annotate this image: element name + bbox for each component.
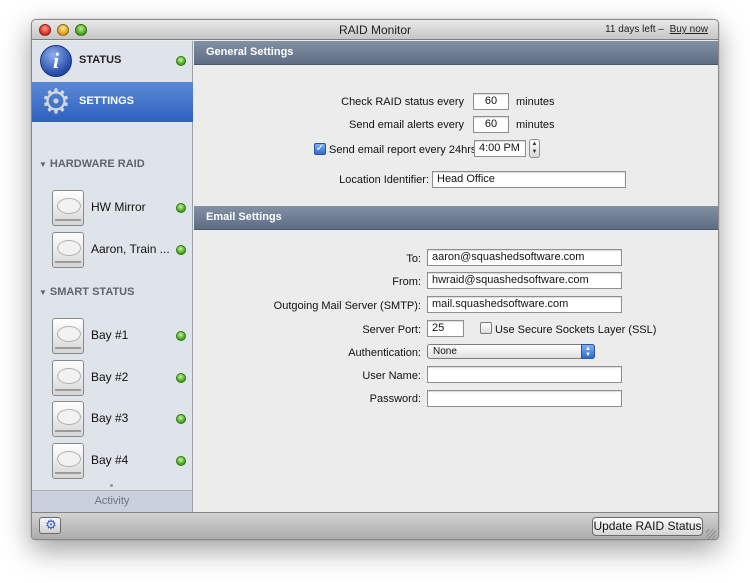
report-time-field[interactable]: 4:00 PM: [474, 140, 526, 157]
trial-days-left: 11 days left –: [605, 24, 664, 35]
bottom-toolbar: ⚙ Update RAID Status: [32, 512, 718, 539]
hard-disk-icon: [52, 443, 84, 479]
hardware-raid-title: HARDWARE RAID: [49, 158, 145, 170]
action-menu-button[interactable]: ⚙: [39, 517, 61, 534]
activity-panel[interactable]: Activity: [32, 490, 192, 512]
authentication-label: Authentication:: [348, 347, 421, 359]
trial-notice: 11 days left – Buy now: [605, 24, 708, 35]
server-port-field[interactable]: 25: [427, 320, 464, 337]
smart-status-section-header[interactable]: ▼ SMART STATUS: [39, 286, 134, 298]
disclosure-triangle-icon: ▼: [39, 160, 47, 169]
disk-label: Bay #3: [91, 411, 129, 425]
general-settings-header: General Settings: [194, 41, 718, 65]
sidebar-item-settings-label: SETTINGS: [79, 95, 135, 107]
check-interval-unit: minutes: [516, 96, 555, 108]
sidebar-item-aaron-train[interactable]: Aaron, Train ...: [32, 229, 193, 271]
resize-grip[interactable]: [706, 529, 716, 539]
smtp-server-field[interactable]: mail.squashedsoftware.com: [427, 296, 622, 313]
disk-label: Bay #1: [91, 328, 129, 342]
hardware-raid-section-header[interactable]: ▼ HARDWARE RAID: [39, 158, 145, 170]
hard-disk-icon: [52, 190, 84, 226]
status-ok-indicator: [176, 203, 186, 213]
hard-disk-icon: [52, 232, 84, 268]
username-label: User Name:: [362, 370, 421, 382]
email-report-label: Send email report every 24hrs at: [329, 144, 489, 156]
splitter-handle[interactable]: [110, 484, 113, 487]
status-ok-indicator: [176, 56, 186, 66]
sidebar-item-bay-4[interactable]: Bay #4: [32, 440, 193, 482]
to-email-field[interactable]: aaron@squashedsoftware.com: [427, 249, 622, 266]
hard-disk-icon: [52, 401, 84, 437]
settings-panel: General Settings Check RAID status every…: [194, 41, 718, 512]
alert-interval-label: Send email alerts every: [349, 119, 464, 131]
password-label: Password:: [369, 393, 421, 405]
status-ok-indicator: [176, 414, 186, 424]
activity-label: Activity: [94, 495, 130, 507]
sidebar-item-settings[interactable]: ⚙ SETTINGS: [32, 82, 193, 122]
gear-icon: ⚙: [45, 517, 57, 532]
disk-label: HW Mirror: [91, 200, 146, 214]
status-ok-indicator: [176, 331, 186, 341]
location-identifier-field[interactable]: Head Office: [432, 171, 626, 188]
from-label: From:: [392, 276, 421, 288]
sidebar-item-status-label: STATUS: [79, 54, 122, 66]
smtp-server-label: Outgoing Mail Server (SMTP):: [273, 300, 421, 312]
update-raid-status-button[interactable]: Update RAID Status: [592, 517, 703, 536]
server-port-label: Server Port:: [362, 324, 421, 336]
from-email-field[interactable]: hwraid@squashedsoftware.com: [427, 272, 622, 289]
password-field[interactable]: [427, 390, 622, 407]
authentication-select[interactable]: None ▲ ▼: [427, 344, 595, 359]
sidebar-item-bay-2[interactable]: Bay #2: [32, 357, 193, 399]
disk-label: Bay #4: [91, 453, 129, 467]
check-interval-label: Check RAID status every: [341, 96, 464, 108]
sidebar-item-hw-mirror[interactable]: HW Mirror: [32, 187, 193, 229]
title-bar: RAID Monitor 11 days left – Buy now: [32, 20, 718, 40]
buy-now-link[interactable]: Buy now: [670, 24, 708, 35]
sidebar-item-bay-3[interactable]: Bay #3: [32, 398, 193, 440]
disclosure-triangle-icon: ▼: [39, 288, 47, 297]
hard-disk-icon: [52, 318, 84, 354]
email-report-checkbox[interactable]: ✓: [314, 143, 326, 155]
to-label: To:: [406, 253, 421, 265]
email-settings-header: Email Settings: [194, 206, 718, 230]
sidebar: i STATUS ⚙ SETTINGS ▼ HARDWARE RAID HW Mi…: [32, 41, 193, 512]
status-ok-indicator: [176, 373, 186, 383]
gear-icon: ⚙: [40, 83, 72, 121]
sidebar-item-bay-1[interactable]: Bay #1: [32, 315, 193, 357]
report-time-stepper[interactable]: ▲ ▼: [529, 139, 540, 158]
ssl-checkbox[interactable]: [480, 322, 492, 334]
check-interval-field[interactable]: 60: [473, 93, 509, 110]
info-icon: i: [40, 45, 72, 77]
status-ok-indicator: [176, 456, 186, 466]
alert-interval-field[interactable]: 60: [473, 116, 509, 133]
disk-label: Bay #2: [91, 370, 129, 384]
smart-status-title: SMART STATUS: [49, 286, 135, 298]
sidebar-item-status[interactable]: i STATUS: [32, 41, 193, 81]
hard-disk-icon: [52, 360, 84, 396]
status-ok-indicator: [176, 245, 186, 255]
app-window: RAID Monitor 11 days left – Buy now i ST…: [31, 19, 719, 540]
disk-label: Aaron, Train ...: [91, 242, 170, 256]
authentication-value: None: [433, 346, 457, 357]
location-identifier-label: Location Identifier:: [339, 174, 429, 186]
select-arrows-icon: ▲ ▼: [581, 344, 595, 359]
alert-interval-unit: minutes: [516, 119, 555, 131]
ssl-label: Use Secure Sockets Layer (SSL): [495, 324, 657, 336]
username-field[interactable]: [427, 366, 622, 383]
